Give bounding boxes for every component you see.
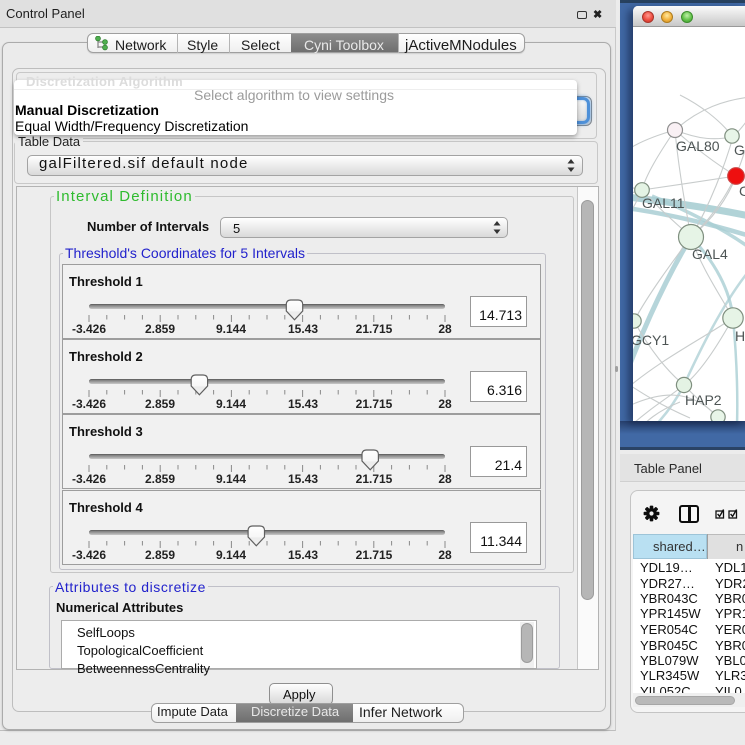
svg-text:GCY1: GCY1 xyxy=(633,332,669,348)
svg-text:GAL11: GAL11 xyxy=(642,195,685,211)
svg-text:H: H xyxy=(735,328,745,344)
svg-text:GAL80: GAL80 xyxy=(676,138,720,154)
svg-text:HAP2: HAP2 xyxy=(685,392,722,408)
svg-text:GA: GA xyxy=(734,142,745,158)
svg-text:GAL4: GAL4 xyxy=(692,246,728,262)
svg-text:C: C xyxy=(739,183,745,199)
